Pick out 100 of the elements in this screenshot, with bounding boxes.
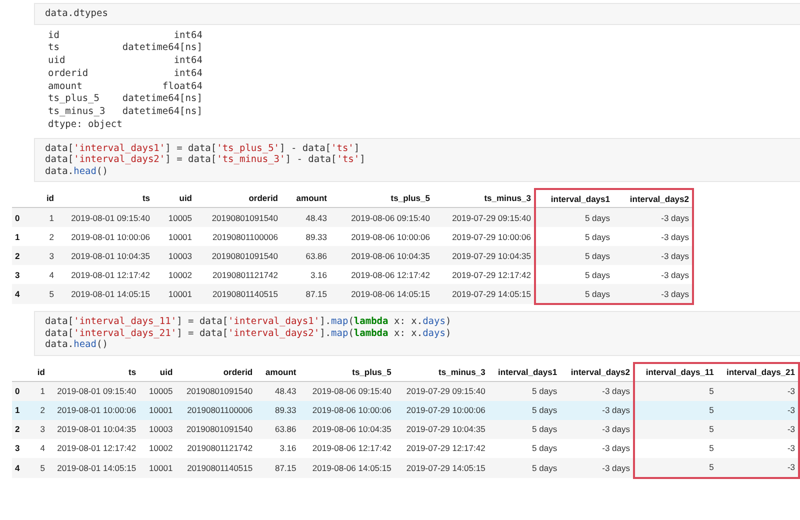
table-cell: 3.16 — [280, 443, 296, 454]
table-cell: 2019-08-06 09:15:40 — [351, 212, 430, 223]
table-cell: 89.33 — [274, 405, 296, 416]
table-cell: -3 — [787, 443, 795, 454]
table-cell: 2 — [49, 232, 54, 242]
table-cell: 87.15 — [306, 289, 327, 300]
table-cell: 20190801091540 — [212, 250, 278, 261]
table-cell: 2019-07-29 10:04:35 — [452, 250, 531, 261]
table-cell: 5 days — [532, 405, 558, 416]
row-index: 1 — [15, 232, 20, 242]
column-header: id — [37, 366, 45, 377]
table-cell: 20190801091540 — [186, 424, 253, 434]
table-cell: -3 days — [602, 443, 630, 454]
table-cell: -3 days — [661, 250, 689, 261]
table-cell: 10002 — [168, 270, 192, 280]
table-cell: 89.33 — [306, 232, 327, 242]
table-cell: 48.43 — [306, 212, 327, 223]
column-header: uid — [179, 193, 192, 204]
output-line: ts datetime64[ns] — [48, 42, 202, 56]
table-cell: 2019-08-01 10:00:06 — [71, 232, 150, 242]
table-cell: 2019-08-06 14:05:15 — [312, 462, 392, 473]
row-index: 3 — [15, 270, 20, 280]
table-cell: 2019-08-01 09:15:40 — [71, 212, 150, 223]
row-index: 0 — [15, 386, 20, 396]
table-cell: 10003 — [149, 424, 173, 434]
table-cell: 2019-08-06 10:04:35 — [351, 250, 430, 261]
table-cell: 2019-08-06 09:15:40 — [312, 386, 392, 396]
column-header: ts_plus_5 — [390, 193, 430, 204]
table-cell: -3 days — [602, 424, 630, 434]
table-cell: -3 days — [661, 288, 689, 299]
table-cell: 5 days — [584, 250, 610, 261]
table-cell: 2019-07-29 12:17:42 — [452, 270, 531, 280]
table-cell: 2019-08-01 10:04:35 — [71, 250, 150, 261]
table-cell: 3.16 — [310, 270, 327, 280]
table-cell: 1 — [49, 212, 54, 223]
code-cell[interactable]: data['interval_days_11'] = data['interval_days1'].map(lambda x: x.days) data['interval_days_21'] = data['interval_days2'].map(lambda x: x.days) data.head() — [34, 311, 800, 356]
table-row[interactable]: 0 1 2019-08-01 09:15:40 10005 20190801091540 48.43 2019-08-06 09:15:40 2019-07-29 09:15:40 5 days -3 days — [12, 208, 693, 228]
column-header: ts_plus_5 — [352, 366, 392, 377]
table-cell: 4 — [49, 270, 54, 280]
table-cell: 2019-08-01 10:04:35 — [57, 424, 136, 434]
table-cell: 10002 — [149, 443, 173, 454]
table-row[interactable]: 2 3 2019-08-01 10:04:35 10003 20190801091540 63.86 2019-08-06 10:04:35 2019-07-29 10:04:35 5 days -3 days — [12, 246, 693, 266]
table-cell: 20190801140515 — [187, 462, 253, 473]
row-index: 0 — [15, 212, 20, 223]
column-header: interval_days1 — [498, 366, 558, 377]
table-cell: 5 days — [584, 270, 610, 280]
table-cell: 5 days — [584, 232, 610, 242]
code-line: data['interval_days2'] = data['ts_minus_3'] - data['ts'] — [45, 154, 366, 166]
table-cell: 4 — [40, 443, 45, 454]
output-line: orderid int64 — [48, 68, 202, 81]
table-row[interactable]: 4 5 2019-08-01 14:05:15 10001 20190801140515 87.15 2019-08-06 14:05:15 2019-07-29 14:05:15 5 days -3 days — [12, 284, 693, 304]
table-row[interactable]: 2 3 2019-08-01 10:04:35 10003 20190801091540 63.86 2019-08-06 10:04:35 2019-07-29 10:04:35 5 days -3 days 5 -3 — [12, 420, 799, 439]
table-cell: 10001 — [168, 232, 192, 242]
table-row[interactable]: 4 5 2019-08-01 14:05:15 10001 20190801140515 87.15 2019-08-06 14:05:15 2019-07-29 14:05:15 5 days -3 days 5 -3 — [12, 458, 799, 478]
table-cell: 87.15 — [274, 462, 296, 473]
table-cell: 5 — [709, 443, 714, 454]
table-cell: 63.86 — [306, 250, 327, 261]
column-header: interval_days2 — [630, 194, 689, 204]
table-cell: 5 days — [532, 424, 558, 434]
row-index: 2 — [15, 250, 20, 261]
table-cell: 10001 — [149, 462, 173, 473]
code-cell[interactable]: data.dtypes — [34, 3, 800, 24]
table-cell: 2019-08-01 12:17:42 — [57, 443, 136, 454]
column-header: amount — [296, 193, 327, 204]
output-line: ts_plus_5 datetime64[ns] — [48, 93, 202, 106]
column-header: interval_days_21 — [726, 367, 795, 378]
table-cell: 5 — [709, 386, 714, 396]
code-cell[interactable]: data['interval_days1'] = data['ts_plus_5'] - data['ts'] data['interval_days2'] = data['ts_minus_3'] - data['ts'] data.head() — [34, 138, 800, 182]
table-cell: 10001 — [168, 289, 192, 300]
table-cell: 2019-07-29 10:00:06 — [406, 405, 486, 416]
table-cell: 2019-08-06 12:17:42 — [351, 270, 430, 280]
table-cell: 2019-08-01 14:05:15 — [71, 289, 150, 300]
table-cell: 1 — [40, 386, 45, 396]
code-line: data.head() — [45, 339, 108, 351]
code-line: data['interval_days1'] = data['ts_plus_5'] - data['ts'] — [45, 142, 360, 154]
table-cell: 2 — [40, 405, 45, 416]
table-cell: -3 — [787, 462, 795, 472]
output-line: dtype: object — [48, 119, 122, 132]
table-row[interactable]: 1 2 2019-08-01 10:00:06 10001 20190801100006 89.33 2019-08-06 10:00:06 2019-07-29 10:00:06 5 days -3 days 5 -3 — [12, 400, 799, 420]
table-cell: 2019-08-06 12:17:42 — [312, 443, 392, 454]
column-header: amount — [266, 366, 296, 377]
output-line: uid int64 — [48, 55, 202, 68]
table-cell: 20190801140515 — [212, 289, 278, 300]
table-cell: 2019-08-06 10:00:06 — [351, 232, 430, 242]
row-index: 1 — [15, 405, 20, 416]
table-cell: 5 — [40, 462, 45, 473]
table-cell: 10005 — [149, 386, 173, 396]
row-index: 4 — [15, 462, 20, 473]
code-line: data['interval_days_21'] = data['interval_days2'].map(lambda x: x.days) — [45, 328, 452, 340]
code-line: data.dtypes — [45, 8, 108, 20]
table-cell: 10005 — [168, 212, 192, 223]
table-cell: 3 — [40, 424, 45, 434]
table-cell: 10001 — [149, 405, 173, 416]
table-cell: 48.43 — [274, 386, 296, 396]
code-line: data['interval_days_11'] = data['interval_days1'].map(lambda x: x.days) — [45, 316, 452, 328]
column-header: interval_days_11 — [646, 367, 714, 378]
table-row[interactable]: 0 1 2019-08-01 09:15:40 10005 20190801091540 48.43 2019-08-06 09:15:40 2019-07-29 09:15:40 5 days -3 days 5 -3 — [12, 381, 799, 401]
table-cell: 2019-07-29 09:15:40 — [452, 212, 531, 223]
column-header: ts — [142, 193, 150, 204]
output-line: ts_minus_3 datetime64[ns] — [48, 106, 202, 120]
